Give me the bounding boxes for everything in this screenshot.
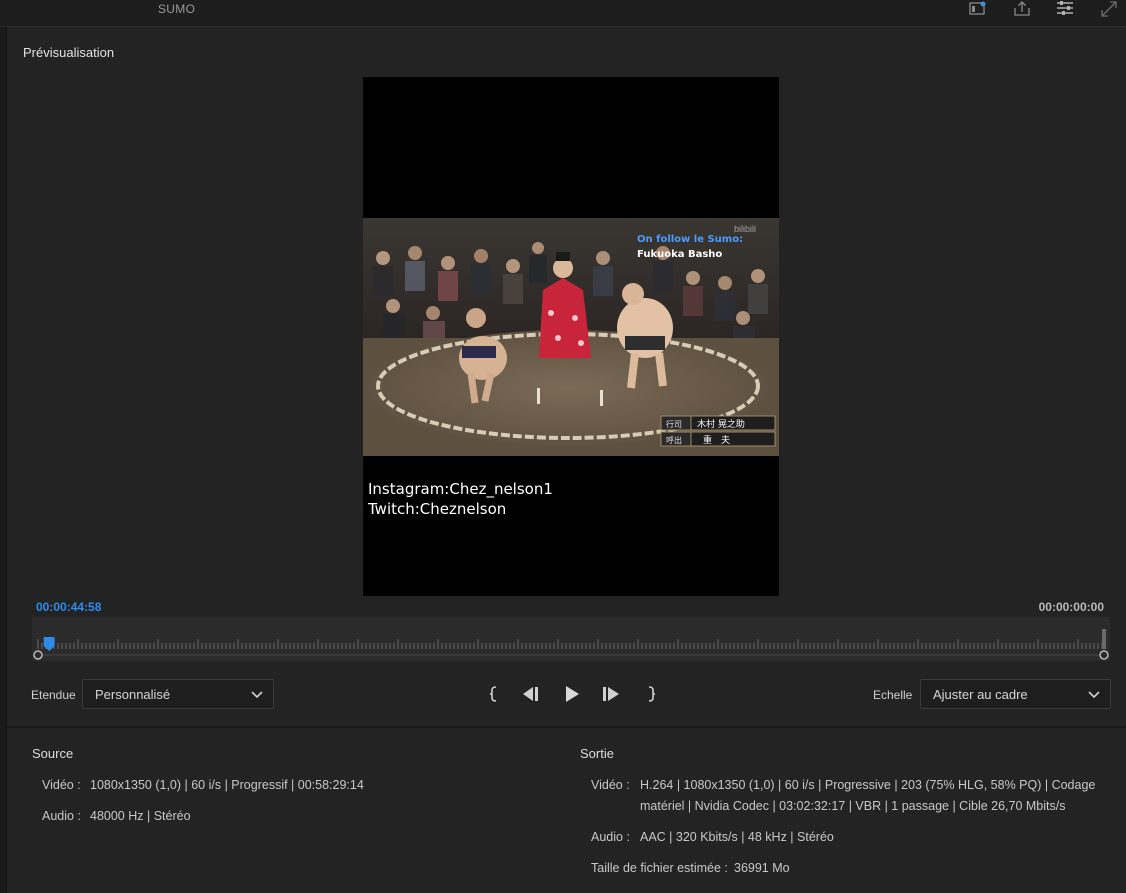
source-video-label: Vidéo : <box>42 778 81 792</box>
chevron-down-icon <box>251 691 263 699</box>
out-point-marker <box>1102 629 1106 649</box>
playhead[interactable] <box>43 637 55 651</box>
timeline-scrubber[interactable] <box>32 617 1110 661</box>
source-video-value: 1080x1350 (1,0) | 60 i/s | Progressif | … <box>90 778 364 792</box>
play-icon[interactable] <box>561 684 583 704</box>
source-audio-label: Audio : <box>42 809 81 823</box>
chevron-down-icon <box>1088 691 1100 699</box>
step-back-icon[interactable] <box>520 684 542 704</box>
source-audio-value: 48000 Hz | Stéréo <box>90 809 191 823</box>
top-bar: SUMO <box>0 0 1126 27</box>
step-forward-icon[interactable] <box>600 684 622 704</box>
timeline-ruler <box>33 629 1109 660</box>
expand-icon[interactable] <box>1099 0 1119 18</box>
jp-label-1-value: 木村 晃之助 <box>697 418 745 430</box>
jp-label-1-key: 行司 <box>666 419 682 429</box>
panel-title: Prévisualisation <box>23 45 115 60</box>
current-timecode[interactable]: 00:00:44:58 <box>36 600 101 614</box>
output-size-label: Taille de fichier estimée : <box>591 861 728 875</box>
range-end-handle[interactable] <box>1099 650 1109 660</box>
video-overlay-subtitle: Fukuoka Basho <box>637 249 723 260</box>
mark-out-icon[interactable] <box>640 684 662 704</box>
app-title: SUMO <box>158 2 196 16</box>
range-label: Etendue <box>31 688 76 702</box>
scale-value: Ajuster au cadre <box>933 687 1028 702</box>
range-dropdown[interactable]: Personnalisé <box>82 679 274 709</box>
settings-icon[interactable] <box>1055 0 1075 18</box>
jp-label-2-value: 重 夫 <box>703 434 730 446</box>
panel-icon[interactable] <box>968 0 988 18</box>
scale-label: Echelle <box>873 688 913 702</box>
scale-dropdown[interactable]: Ajuster au cadre <box>920 679 1111 709</box>
output-video-line2: matériel | Nvidia Codec | 03:02:32:17 | … <box>640 799 1066 813</box>
end-timecode: 00:00:00:00 <box>1038 600 1104 614</box>
output-size-value: 36991 Mo <box>734 861 790 875</box>
output-audio-label: Audio : <box>591 830 630 844</box>
output-audio-value: AAC | 320 Kbits/s | 48 kHz | Stéréo <box>640 830 834 844</box>
source-title: Source <box>32 746 74 761</box>
output-video-line1: H.264 | 1080x1350 (1,0) | 60 i/s | Progr… <box>640 778 1096 792</box>
caption-twitch: Twitch:Cheznelson <box>368 500 507 518</box>
output-title: Sortie <box>580 746 614 761</box>
watermark: bilibili <box>734 224 757 234</box>
output-video-label: Vidéo : <box>591 778 630 792</box>
mark-in-icon[interactable] <box>484 684 506 704</box>
left-panel-edge <box>0 27 7 893</box>
jp-label-2-key: 呼出 <box>666 435 682 445</box>
section-divider <box>7 726 1126 728</box>
range-value: Personnalisé <box>95 687 171 702</box>
video-preview: 行司 木村 晃之助 呼出 重 夫 bilibili On follow le S… <box>363 77 779 596</box>
video-overlay-title: On follow le Sumo: <box>637 234 744 245</box>
caption-instagram: Instagram:Chez_nelson1 <box>368 480 553 498</box>
export-icon[interactable] <box>1012 0 1032 18</box>
range-start-handle[interactable] <box>33 650 43 660</box>
